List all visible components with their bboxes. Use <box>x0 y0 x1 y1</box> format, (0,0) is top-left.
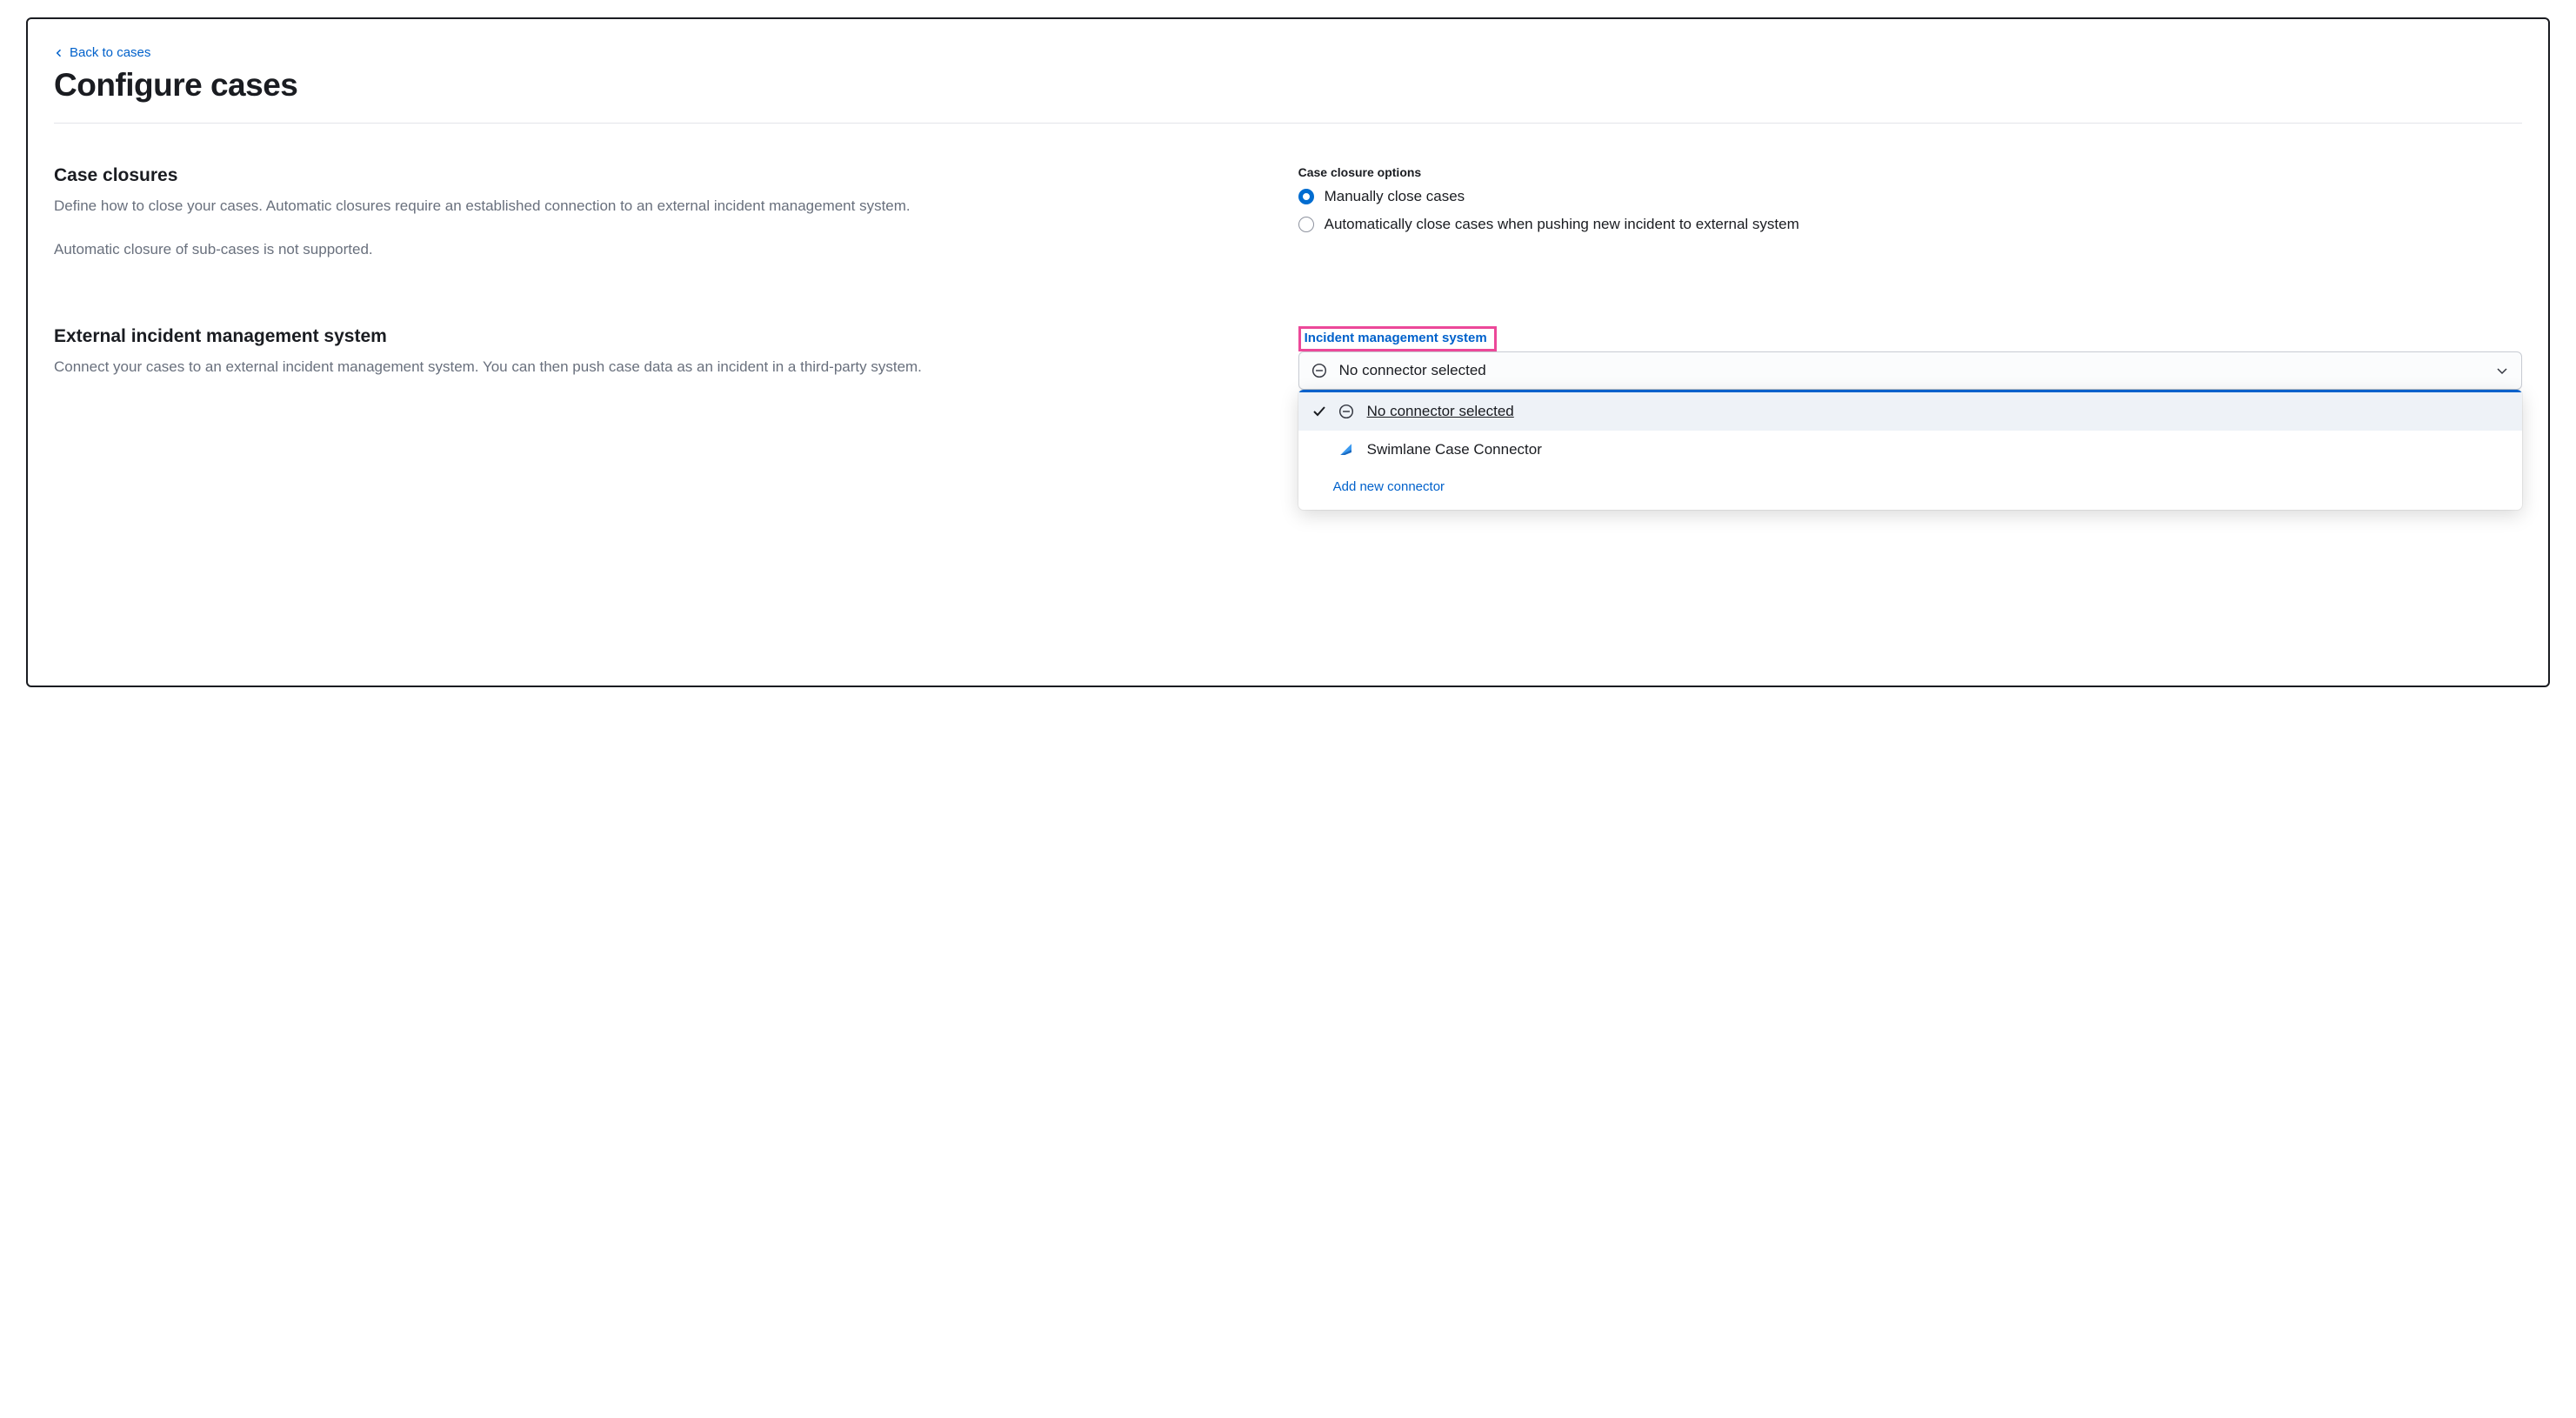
chevron-down-icon <box>2495 364 2509 378</box>
swimlane-logo-icon <box>1338 441 1355 458</box>
chevron-left-icon <box>54 48 64 58</box>
external-system-section: External incident management system Conn… <box>54 326 2522 399</box>
check-icon <box>1312 405 1326 418</box>
external-system-form-column: Incident management system No connector … <box>1298 326 2522 399</box>
case-closures-form-column: Case closure options Manually close case… <box>1298 165 2522 261</box>
minus-circle-icon <box>1311 363 1327 378</box>
back-to-cases-link[interactable]: Back to cases <box>54 45 150 60</box>
page-title: Configure cases <box>54 67 2522 104</box>
section-spacer <box>54 261 2522 326</box>
external-system-title: External incident management system <box>54 326 1264 347</box>
connector-select[interactable]: No connector selected <box>1298 351 2522 390</box>
case-closure-radio-group: Manually close cases Automatically close… <box>1298 188 2522 233</box>
connector-select-wrapper: No connector selected <box>1298 351 2522 390</box>
dropdown-option-none-label: No connector selected <box>1367 403 1514 420</box>
page-container: Back to cases Configure cases Case closu… <box>26 17 2550 687</box>
case-closures-note: Automatic closure of sub-cases is not su… <box>54 238 1264 261</box>
case-closures-section: Case closures Define how to close your c… <box>54 165 2522 261</box>
dropdown-option-no-connector[interactable]: No connector selected <box>1298 392 2522 431</box>
dropdown-option-swimlane[interactable]: Swimlane Case Connector <box>1298 431 2522 469</box>
radio-manually-close[interactable]: Manually close cases <box>1298 188 2522 205</box>
incident-management-system-label: Incident management system <box>1298 326 1497 351</box>
case-closures-description-column: Case closures Define how to close your c… <box>54 165 1264 261</box>
radio-unselected-icon <box>1298 217 1314 232</box>
radio-automatic-label: Automatically close cases when pushing n… <box>1325 216 1799 233</box>
header-divider <box>54 123 2522 124</box>
case-closures-description: Define how to close your cases. Automati… <box>54 195 1264 217</box>
minus-circle-icon <box>1338 403 1355 419</box>
connector-selected-value: No connector selected <box>1339 362 2483 379</box>
external-system-description-column: External incident management system Conn… <box>54 326 1264 399</box>
connector-dropdown-panel: No connector selected Swimlane Case Conn… <box>1298 390 2522 510</box>
radio-automatically-close[interactable]: Automatically close cases when pushing n… <box>1298 216 2522 233</box>
back-link-label: Back to cases <box>70 45 150 60</box>
case-closures-title: Case closures <box>54 165 1264 186</box>
add-new-connector-link[interactable]: Add new connector <box>1298 469 2522 503</box>
radio-manual-label: Manually close cases <box>1325 188 1465 205</box>
radio-selected-icon <box>1298 189 1314 204</box>
case-closure-options-label: Case closure options <box>1298 165 2522 179</box>
dropdown-option-swimlane-label: Swimlane Case Connector <box>1367 441 1542 458</box>
external-system-description: Connect your cases to an external incide… <box>54 356 1264 378</box>
